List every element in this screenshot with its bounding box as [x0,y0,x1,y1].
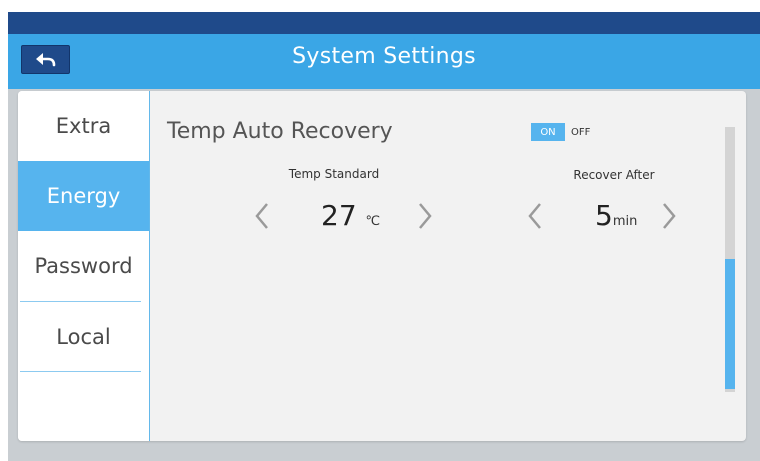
temp-decrease-button[interactable] [251,199,273,233]
sidebar-item-label: Energy [46,184,121,208]
recover-after-value: 5min [595,199,637,239]
main-content: Temp Auto Recovery ON OFF Temp Standard … [150,91,746,441]
temp-standard-label: Temp Standard [288,167,380,181]
sidebar-item-label: Password [34,254,133,278]
auto-recovery-toggle[interactable]: ON OFF [531,123,590,141]
title-bar: System Settings [8,34,760,89]
sidebar-item-energy[interactable]: Energy [18,161,149,231]
chevron-right-icon [419,203,432,229]
sidebar-item-extra[interactable]: Extra [18,91,149,161]
chevron-left-icon [255,203,268,229]
recover-unit: min [612,214,638,229]
scrollbar-thumb[interactable] [725,259,735,389]
page-title: System Settings [292,44,476,69]
sidebar-item-label: Extra [55,114,112,138]
chevron-right-icon [663,203,676,229]
status-strip [8,12,760,34]
recover-decrease-button[interactable] [524,199,546,233]
recover-increase-button[interactable] [658,199,680,233]
toggle-on-label: ON [531,123,565,141]
sidebar-item-password[interactable]: Password [18,231,149,301]
temp-standard-value: 27 ℃ [321,199,380,239]
sidebar-item-label: Local [56,325,111,349]
recover-value-number: 5 [595,199,613,232]
section-title: Temp Auto Recovery [167,119,393,144]
sidebar-divider [20,371,141,372]
recover-after-label: Recover After [573,168,655,182]
temp-increase-button[interactable] [414,199,436,233]
app-window: System Settings Extra Energy Password Lo… [8,12,760,461]
scrollbar[interactable] [725,127,735,392]
temp-unit: ℃ [365,214,381,229]
sidebar: Extra Energy Password Local [18,91,150,441]
chevron-left-icon [528,203,541,229]
settings-panel: Extra Energy Password Local Temp Auto Re… [18,91,746,441]
toggle-off-label: OFF [571,126,591,138]
sidebar-item-local[interactable]: Local [18,302,149,372]
temp-value-number: 27 [321,199,357,232]
